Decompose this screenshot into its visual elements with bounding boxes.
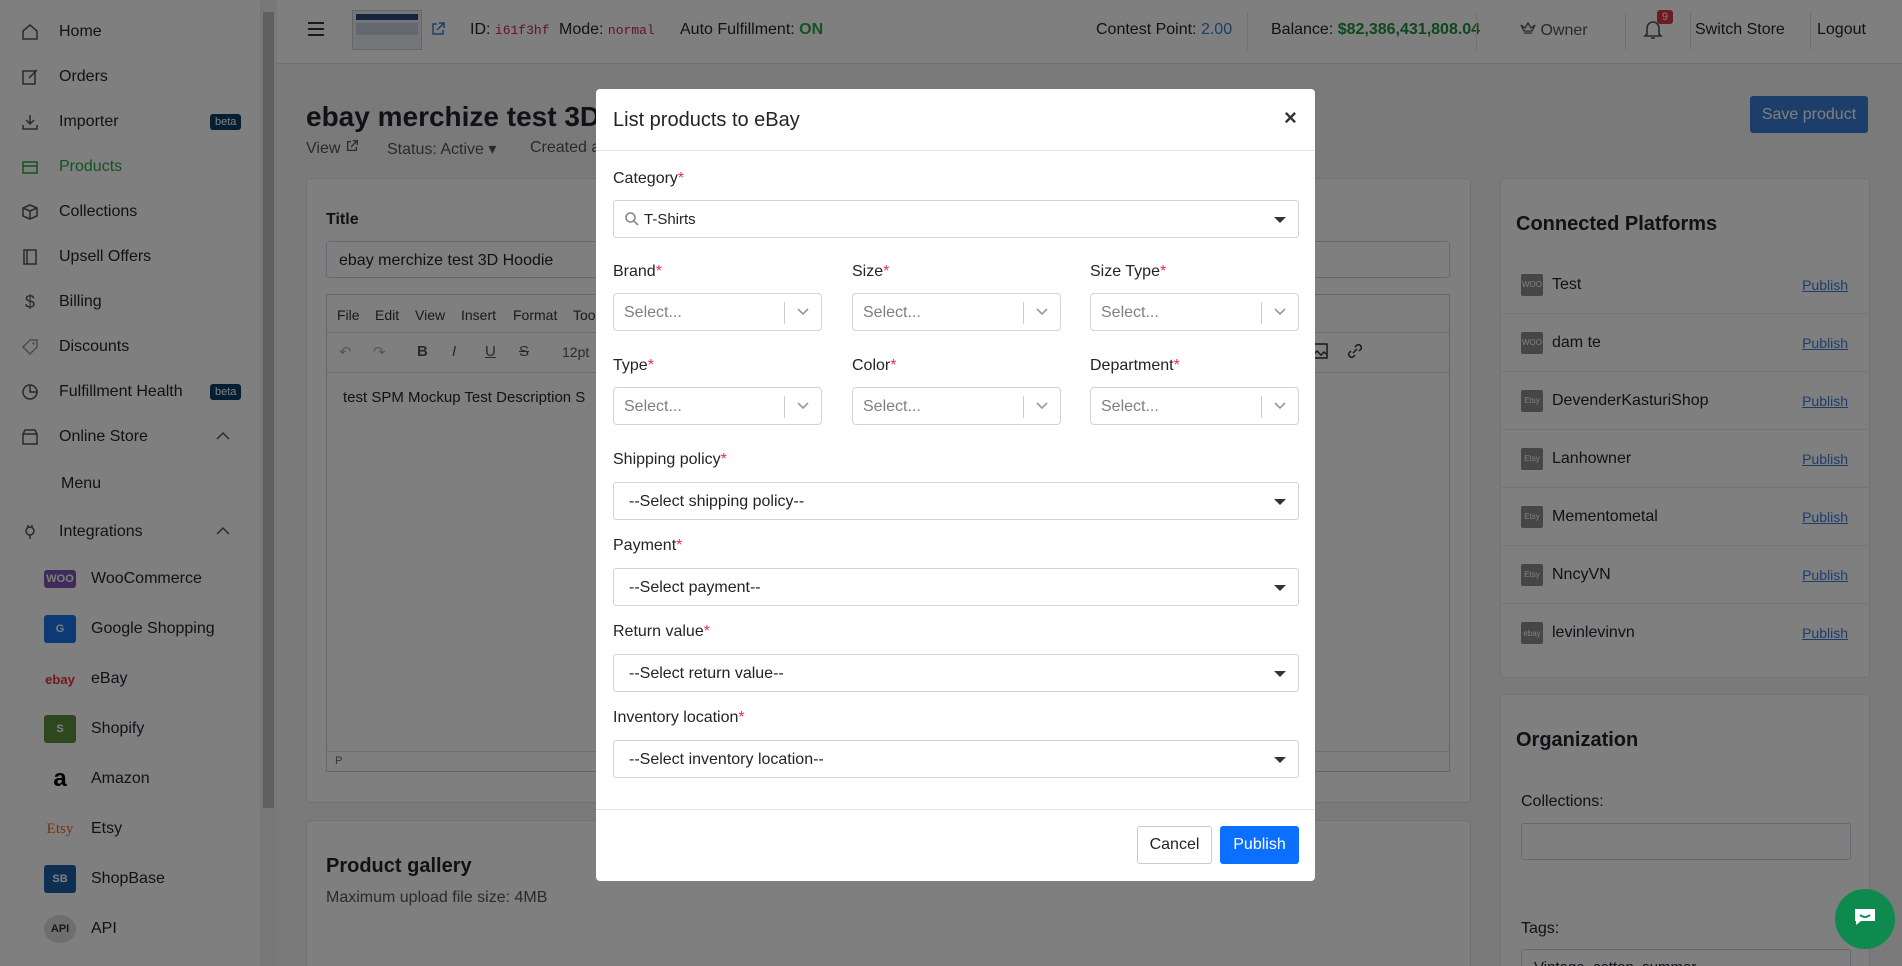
inventory-location-label-text: Inventory location bbox=[613, 709, 739, 726]
cancel-button[interactable]: Cancel bbox=[1137, 826, 1212, 864]
type-label-text: Type bbox=[613, 357, 648, 374]
size-label-text: Size bbox=[852, 263, 884, 280]
category-label: Category* bbox=[613, 170, 684, 188]
category-select[interactable]: T-Shirts bbox=[613, 200, 1299, 238]
payment-select[interactable]: --Select payment-- bbox=[613, 568, 1299, 606]
size-type-label-text: Size Type bbox=[1090, 263, 1160, 280]
list-to-ebay-modal: List products to eBay × Category* T-Shir… bbox=[596, 89, 1315, 881]
required-asterisk: * bbox=[647, 357, 654, 374]
caret-down-icon bbox=[1274, 585, 1286, 591]
chevron-down-icon bbox=[1273, 304, 1287, 322]
caret-down-icon bbox=[1274, 671, 1286, 677]
chat-widget-button[interactable] bbox=[1835, 889, 1895, 949]
department-select[interactable]: Select... bbox=[1090, 387, 1299, 425]
chevron-down-icon bbox=[1035, 398, 1049, 416]
size-select[interactable]: Select... bbox=[852, 293, 1061, 331]
color-label-text: Color bbox=[852, 357, 891, 374]
required-asterisk: * bbox=[890, 357, 897, 374]
chevron-down-icon bbox=[1273, 398, 1287, 416]
publish-button[interactable]: Publish bbox=[1220, 826, 1299, 864]
required-asterisk: * bbox=[1173, 357, 1180, 374]
brand-select[interactable]: Select... bbox=[613, 293, 822, 331]
return-value-label: Return value* bbox=[613, 623, 710, 641]
shipping-policy-value: --Select shipping policy-- bbox=[629, 493, 805, 510]
size-type-label: Size Type* bbox=[1090, 263, 1166, 281]
department-label: Department* bbox=[1090, 357, 1180, 375]
return-value-select[interactable]: --Select return value-- bbox=[613, 654, 1299, 692]
select-placeholder: Select... bbox=[1101, 304, 1159, 321]
modal-footer: Cancel Publish bbox=[596, 809, 1315, 881]
select-placeholder: Select... bbox=[1101, 398, 1159, 415]
select-placeholder: Select... bbox=[863, 304, 921, 321]
select-placeholder: Select... bbox=[624, 398, 682, 415]
color-label: Color* bbox=[852, 357, 896, 375]
type-label: Type* bbox=[613, 357, 654, 375]
shipping-policy-select[interactable]: --Select shipping policy-- bbox=[613, 482, 1299, 520]
chevron-down-icon bbox=[796, 304, 810, 322]
inventory-location-value: --Select inventory location-- bbox=[629, 751, 824, 768]
shipping-policy-label: Shipping policy* bbox=[613, 451, 727, 469]
required-asterisk: * bbox=[677, 170, 685, 187]
shipping-policy-label-text: Shipping policy bbox=[613, 451, 721, 468]
select-placeholder: Select... bbox=[624, 304, 682, 321]
caret-down-icon bbox=[1274, 499, 1286, 505]
chat-icon bbox=[1852, 906, 1878, 932]
type-select[interactable]: Select... bbox=[613, 387, 822, 425]
required-asterisk: * bbox=[703, 623, 710, 640]
chevron-down-icon bbox=[796, 398, 810, 416]
modal-title: List products to eBay bbox=[613, 109, 800, 131]
modal-header: List products to eBay × bbox=[596, 89, 1315, 151]
payment-label: Payment* bbox=[613, 537, 682, 555]
required-asterisk: * bbox=[655, 263, 662, 280]
return-value-value: --Select return value-- bbox=[629, 665, 784, 682]
caret-down-icon bbox=[1274, 757, 1286, 763]
required-asterisk: * bbox=[676, 537, 683, 554]
category-value: T-Shirts bbox=[644, 211, 696, 228]
inventory-location-select[interactable]: --Select inventory location-- bbox=[613, 740, 1299, 778]
caret-down-icon bbox=[1274, 217, 1286, 223]
required-asterisk: * bbox=[720, 451, 727, 468]
color-select[interactable]: Select... bbox=[852, 387, 1061, 425]
required-asterisk: * bbox=[1159, 263, 1167, 280]
brand-label-text: Brand bbox=[613, 263, 656, 280]
close-icon[interactable]: × bbox=[1284, 105, 1297, 131]
return-value-label-text: Return value bbox=[613, 623, 704, 640]
required-asterisk: * bbox=[738, 709, 745, 726]
department-label-text: Department bbox=[1090, 357, 1174, 374]
chevron-down-icon bbox=[1035, 304, 1049, 322]
payment-value: --Select payment-- bbox=[629, 579, 761, 596]
required-asterisk: * bbox=[883, 263, 890, 280]
brand-label: Brand* bbox=[613, 263, 662, 281]
category-label-text: Category bbox=[613, 170, 678, 187]
select-placeholder: Select... bbox=[863, 398, 921, 415]
search-icon bbox=[624, 211, 640, 231]
size-type-select[interactable]: Select... bbox=[1090, 293, 1299, 331]
size-label: Size* bbox=[852, 263, 889, 281]
inventory-location-label: Inventory location* bbox=[613, 709, 745, 727]
payment-label-text: Payment bbox=[613, 537, 677, 554]
